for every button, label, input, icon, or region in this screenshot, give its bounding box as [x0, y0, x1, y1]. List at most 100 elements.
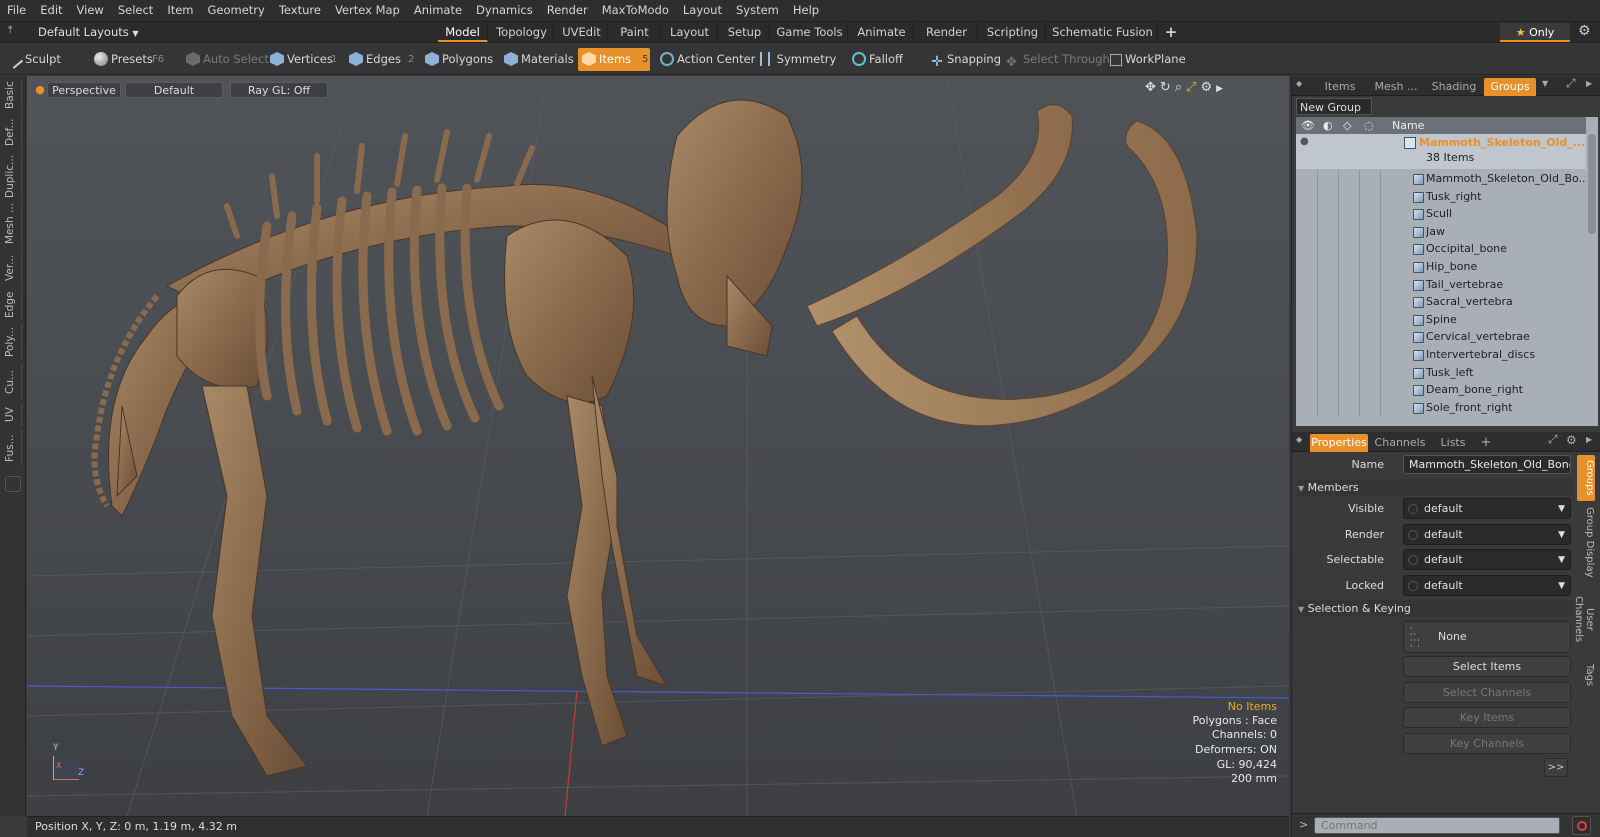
- tree-toggle-cell[interactable]: [1338, 258, 1360, 276]
- tree-root-row[interactable]: ● Mammoth_Skeleton_Old_... 38 Items: [1296, 134, 1586, 169]
- menu-geometry[interactable]: Geometry: [201, 0, 272, 21]
- select-items-button[interactable]: Select Items: [1403, 656, 1571, 677]
- key-channels-button[interactable]: Key Channels: [1403, 733, 1571, 754]
- shading-dropdown[interactable]: Default: [125, 82, 223, 98]
- tree-toggle-cell[interactable]: [1338, 240, 1360, 259]
- tree-toggle-cell[interactable]: [1359, 205, 1381, 224]
- tab-schematic-fusion[interactable]: Schematic Fusion: [1048, 23, 1158, 42]
- tab-polygon[interactable]: Poly...: [4, 324, 22, 360]
- tree-toggle-cell[interactable]: [1317, 310, 1339, 329]
- tree-toggle-cell[interactable]: [1359, 381, 1381, 400]
- tree-toggle-cell[interactable]: [1359, 346, 1381, 364]
- shape-icon[interactable]: ◇: [1343, 117, 1351, 134]
- tab-tags[interactable]: Tags: [1577, 659, 1595, 691]
- tree-toggle-cell[interactable]: [1296, 170, 1318, 188]
- command-input[interactable]: [1314, 817, 1560, 834]
- selectable-dropdown[interactable]: default ▼: [1403, 549, 1571, 570]
- raygl-dropdown[interactable]: Ray GL: Off: [230, 82, 328, 98]
- auto-select-button[interactable]: Auto Select: [182, 48, 269, 71]
- tree-toggle-cell[interactable]: [1296, 205, 1318, 224]
- tab-render[interactable]: Render: [916, 23, 978, 42]
- tree-toggle-cell[interactable]: [1338, 187, 1360, 206]
- tree-toggle-cell[interactable]: [1296, 222, 1318, 241]
- tree-toggle-cell[interactable]: [1359, 363, 1381, 382]
- tab-scripting[interactable]: Scripting: [980, 23, 1046, 42]
- tree-toggle-cell[interactable]: [1338, 398, 1360, 417]
- menu-layout[interactable]: Layout: [676, 0, 729, 21]
- menu-edit[interactable]: Edit: [33, 0, 69, 21]
- tab-topology[interactable]: Topology: [490, 23, 554, 42]
- tab-basic[interactable]: Basic: [4, 80, 22, 110]
- tab-group-display[interactable]: Group Display: [1577, 505, 1595, 579]
- tree-toggle-cell[interactable]: [1338, 328, 1360, 347]
- materials-button[interactable]: Materials: [500, 48, 574, 71]
- keying-mode-button[interactable]: · ·· ··· · · None: [1403, 621, 1571, 653]
- tab-edge[interactable]: Edge: [4, 290, 22, 320]
- tree-toggle-cell[interactable]: [1296, 328, 1318, 347]
- arrow-right-icon[interactable]: ▶: [1586, 435, 1592, 444]
- tree-item-row[interactable]: Jaw: [1296, 222, 1586, 241]
- only-toggle[interactable]: ★ Only: [1500, 23, 1570, 42]
- key-items-button[interactable]: Key Items: [1403, 707, 1571, 728]
- tree-toggle-cell[interactable]: [1338, 275, 1360, 294]
- tab-properties[interactable]: Properties: [1310, 434, 1368, 452]
- tree-toggle-cell[interactable]: [1296, 363, 1318, 382]
- tree-toggle-cell[interactable]: [1338, 222, 1360, 241]
- panel-toggle-button[interactable]: [5, 476, 21, 492]
- tree-item-row[interactable]: Scull: [1296, 205, 1586, 224]
- render-dropdown[interactable]: default ▼: [1403, 524, 1571, 545]
- sculpt-button[interactable]: Sculpt: [6, 48, 84, 71]
- polygons-button[interactable]: Polygons: [421, 48, 495, 71]
- tree-toggle-cell[interactable]: [1317, 381, 1339, 400]
- tree-item-row[interactable]: Hip_bone: [1296, 258, 1586, 276]
- tree-toggle-cell[interactable]: [1317, 240, 1339, 259]
- menu-render[interactable]: Render: [540, 0, 595, 21]
- settings-view-icon[interactable]: ⚙: [1201, 80, 1217, 95]
- tree-toggle-cell[interactable]: [1296, 381, 1318, 400]
- snapping-button[interactable]: ✛ Snapping: [926, 48, 1001, 71]
- tree-toggle-cell[interactable]: [1296, 275, 1318, 294]
- menu-help[interactable]: Help: [786, 0, 826, 21]
- tree-item-row[interactable]: Tail_vertebrae: [1296, 275, 1586, 294]
- tab-duplicate[interactable]: Duplic...: [4, 154, 22, 198]
- fit-view-icon[interactable]: ⤢: [1186, 80, 1200, 95]
- name-field[interactable]: Mammoth_Skeleton_Old_Bones (: [1403, 455, 1571, 474]
- tree-toggle-cell[interactable]: [1338, 170, 1360, 188]
- tree-toggle-cell[interactable]: [1296, 346, 1318, 364]
- gear-icon[interactable]: ⚙: [1566, 433, 1577, 447]
- action-center-button[interactable]: Action Center: [656, 48, 755, 71]
- tab-groups[interactable]: Groups: [1484, 78, 1536, 96]
- menu-texture[interactable]: Texture: [272, 0, 328, 21]
- tab-animate[interactable]: Animate: [850, 23, 914, 42]
- tree-item-row[interactable]: Sacral_vertebra: [1296, 293, 1586, 312]
- tree-toggle-cell[interactable]: [1317, 258, 1339, 276]
- maximize-icon[interactable]: ⤢: [1566, 76, 1576, 91]
- tree-toggle-cell[interactable]: [1359, 328, 1381, 347]
- tree-item-row[interactable]: Spine: [1296, 310, 1586, 329]
- tree-item-row[interactable]: Occipital_bone: [1296, 240, 1586, 259]
- menu-system[interactable]: System: [729, 0, 786, 21]
- lock-icon[interactable]: ◐: [1323, 117, 1333, 134]
- tab-paint[interactable]: Paint: [610, 23, 660, 42]
- menu-select[interactable]: Select: [111, 0, 160, 21]
- tab-lists[interactable]: Lists: [1432, 434, 1474, 452]
- items-button[interactable]: Items: [578, 48, 650, 71]
- tree-toggle-cell[interactable]: [1296, 258, 1318, 276]
- tree-toggle-cell[interactable]: [1359, 310, 1381, 329]
- tab-shading[interactable]: Shading: [1426, 78, 1482, 96]
- tree-toggle-cell[interactable]: [1296, 293, 1318, 312]
- maximize-icon[interactable]: ⤢: [1548, 432, 1558, 447]
- add-tab-button[interactable]: +: [1478, 434, 1494, 452]
- falloff-button[interactable]: Falloff: [848, 48, 922, 71]
- tab-layout[interactable]: Layout: [662, 23, 718, 42]
- record-icon[interactable]: [1572, 816, 1591, 835]
- tab-curve[interactable]: Cu...: [4, 364, 22, 400]
- tree-toggle-cell[interactable]: [1317, 275, 1339, 294]
- menu-dynamics[interactable]: Dynamics: [469, 0, 540, 21]
- tab-groups-side[interactable]: Groups: [1577, 455, 1595, 501]
- tree-toggle-cell[interactable]: [1359, 275, 1381, 294]
- tab-model[interactable]: Model: [438, 23, 488, 42]
- tree-toggle-cell[interactable]: [1359, 258, 1381, 276]
- menu-maxtomodo[interactable]: MaxToModo: [595, 0, 676, 21]
- tree-toggle-cell[interactable]: [1317, 293, 1339, 312]
